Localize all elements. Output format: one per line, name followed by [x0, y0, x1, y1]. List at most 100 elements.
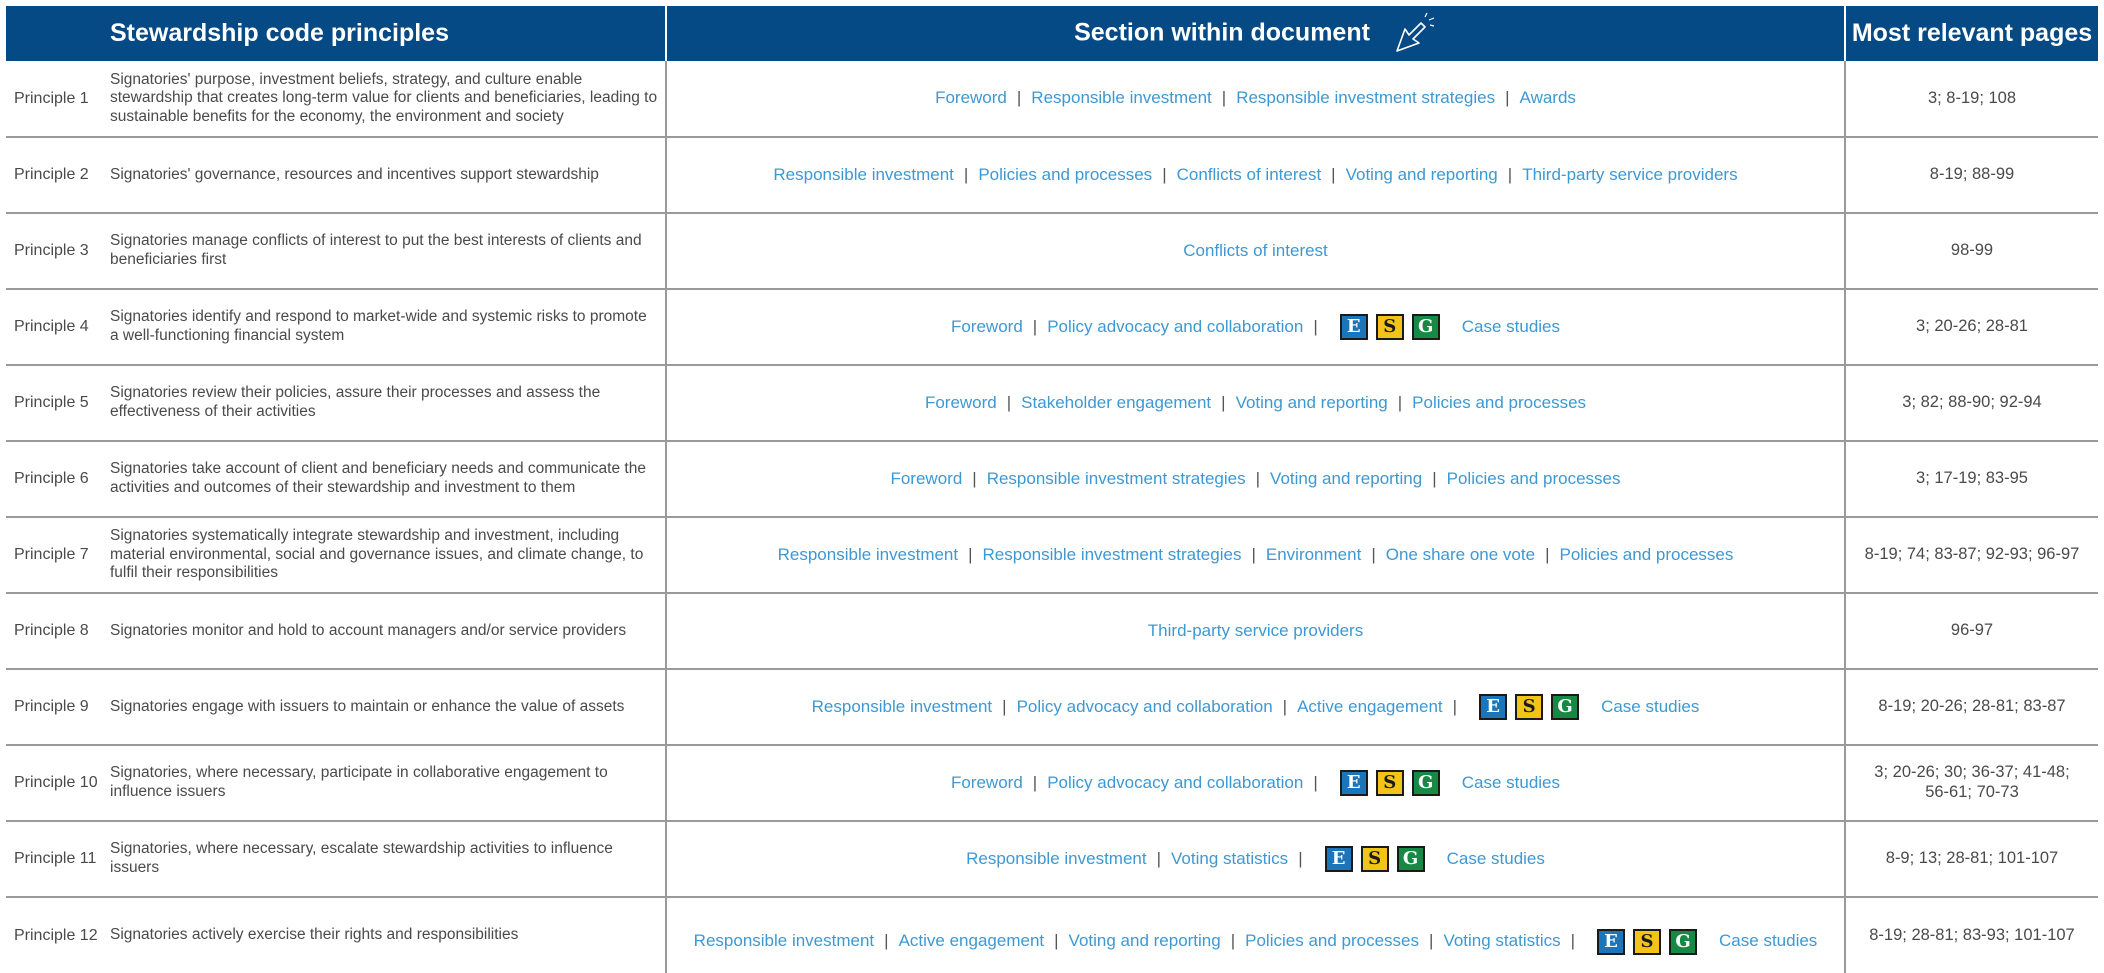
- link-separator: |: [1505, 88, 1510, 108]
- section-link[interactable]: Foreword: [951, 773, 1023, 793]
- case-studies-link[interactable]: Case studies: [1462, 773, 1560, 793]
- table-row: Principle 5 Signatories review their poli…: [6, 365, 2098, 442]
- principle-number: Principle 4: [6, 289, 110, 366]
- principle-number: Principle 2: [6, 137, 110, 214]
- esg-s-badge[interactable]: S: [1375, 770, 1404, 796]
- section-link[interactable]: Responsible investment strategies: [983, 545, 1242, 565]
- section-link[interactable]: Voting and reporting: [1270, 469, 1422, 489]
- section-link[interactable]: Responsible investment: [1031, 88, 1211, 108]
- table-row: Principle 7 Signatories systematically in…: [6, 517, 2098, 594]
- section-link[interactable]: Active engagement: [899, 931, 1045, 951]
- esg-g-badge[interactable]: G: [1411, 770, 1440, 796]
- link-separator: |: [1432, 468, 1437, 488]
- esg-s-badge[interactable]: S: [1375, 314, 1404, 340]
- section-links-cell: Conflicts of interest: [665, 213, 1846, 290]
- section-link[interactable]: Responsible investment: [773, 165, 953, 185]
- esg-badges[interactable]: ESG: [1479, 694, 1587, 720]
- section-link[interactable]: Responsible investment: [966, 849, 1146, 869]
- section-links: Foreword | Policy advocacy and collaborati…: [951, 314, 1560, 340]
- section-link[interactable]: Responsible investment strategies: [1236, 88, 1495, 108]
- section-link[interactable]: Voting and reporting: [1346, 165, 1498, 185]
- section-link[interactable]: Voting statistics: [1443, 931, 1560, 951]
- relevant-pages-text: 8-19; 20-26; 28-81; 83-87: [1878, 697, 2066, 716]
- table-row: Principle 2 Signatories' governance, reso…: [6, 137, 2098, 214]
- stewardship-table-page: Stewardship code principles Section with…: [0, 0, 2104, 973]
- case-studies-link[interactable]: Case studies: [1447, 849, 1545, 869]
- link-separator: |: [1221, 392, 1226, 412]
- esg-s-badge[interactable]: S: [1515, 694, 1544, 720]
- section-link[interactable]: Responsible investment: [778, 545, 958, 565]
- table-row: Principle 12 Signatories actively exercis…: [6, 897, 2098, 973]
- relevant-pages-text: 8-19; 28-81; 83-93; 101-107: [1869, 925, 2075, 944]
- section-link[interactable]: Stakeholder engagement: [1021, 393, 1211, 413]
- section-link[interactable]: Policies and processes: [978, 165, 1152, 185]
- section-link[interactable]: Third-party service providers: [1148, 621, 1363, 641]
- section-links-cell: Responsible investment | Policy advocacy a…: [665, 669, 1846, 746]
- principle-number: Principle 9: [6, 669, 110, 746]
- section-link[interactable]: Policies and processes: [1559, 545, 1733, 565]
- section-link[interactable]: Policies and processes: [1447, 469, 1621, 489]
- principle-number: Principle 8: [6, 593, 110, 670]
- link-separator: |: [1162, 164, 1167, 184]
- section-link[interactable]: Voting and reporting: [1236, 393, 1388, 413]
- esg-badges[interactable]: ESG: [1339, 314, 1448, 340]
- link-separator: |: [972, 468, 977, 488]
- esg-e-badge[interactable]: E: [1339, 314, 1368, 340]
- section-links: Responsible investment | Responsible inves…: [778, 545, 1734, 565]
- relevant-pages: 3; 20-26; 30; 36-37; 41-48; 56-61; 70-73: [1845, 745, 2098, 822]
- esg-s-badge[interactable]: S: [1633, 928, 1662, 955]
- link-separator: |: [1371, 544, 1376, 564]
- section-links-cell: Foreword | Policy advocacy and collaborati…: [665, 745, 1846, 822]
- section-link[interactable]: Conflicts of interest: [1177, 165, 1322, 185]
- esg-g-badge[interactable]: G: [1396, 846, 1425, 872]
- section-link[interactable]: Responsible investment: [812, 697, 992, 717]
- section-link[interactable]: Policy advocacy and collaboration: [1017, 697, 1273, 717]
- link-separator: |: [1429, 931, 1434, 951]
- case-studies-link[interactable]: Case studies: [1601, 697, 1699, 717]
- link-separator: |: [1545, 544, 1550, 564]
- esg-badges[interactable]: ESG: [1597, 928, 1705, 955]
- relevant-pages: 3; 17-19; 83-95: [1845, 441, 2098, 518]
- section-link[interactable]: One share one vote: [1386, 545, 1535, 565]
- section-link[interactable]: Policy advocacy and collaboration: [1047, 317, 1303, 337]
- section-link[interactable]: Foreword: [935, 88, 1007, 108]
- section-link[interactable]: Responsible investment strategies: [987, 469, 1246, 489]
- section-link[interactable]: Environment: [1266, 545, 1361, 565]
- esg-g-badge[interactable]: G: [1411, 314, 1440, 340]
- esg-e-badge[interactable]: E: [1479, 694, 1508, 720]
- section-link[interactable]: Awards: [1520, 88, 1576, 108]
- link-separator: |: [1331, 164, 1336, 184]
- esg-s-badge[interactable]: S: [1360, 846, 1389, 872]
- section-link[interactable]: Policies and processes: [1245, 931, 1419, 951]
- section-link[interactable]: Policy advocacy and collaboration: [1047, 773, 1303, 793]
- section-link[interactable]: Foreword: [890, 469, 962, 489]
- esg-e-badge[interactable]: E: [1597, 928, 1626, 955]
- case-studies-link[interactable]: Case studies: [1719, 931, 1817, 951]
- section-link[interactable]: Active engagement: [1297, 697, 1443, 717]
- section-link[interactable]: Third-party service providers: [1522, 165, 1737, 185]
- section-link[interactable]: Voting and reporting: [1069, 931, 1221, 951]
- section-link[interactable]: Foreword: [951, 317, 1023, 337]
- section-link[interactable]: Voting statistics: [1171, 849, 1288, 869]
- stewardship-code-table: Stewardship code principles Section with…: [6, 6, 2098, 973]
- esg-badges[interactable]: ESG: [1339, 770, 1448, 796]
- section-link[interactable]: Foreword: [925, 393, 997, 413]
- esg-e-badge[interactable]: E: [1324, 846, 1353, 872]
- link-separator: |: [1397, 392, 1403, 412]
- section-links-cell: Responsible investment | Active engagement…: [665, 897, 1846, 973]
- link-separator: |: [1282, 696, 1288, 716]
- section-link[interactable]: Policies and processes: [1412, 393, 1586, 413]
- esg-g-badge[interactable]: G: [1669, 928, 1698, 955]
- case-studies-link[interactable]: Case studies: [1462, 317, 1560, 337]
- link-separator: |: [1313, 772, 1318, 792]
- esg-g-badge[interactable]: G: [1551, 694, 1580, 720]
- section-link[interactable]: Conflicts of interest: [1183, 241, 1328, 261]
- relevant-pages-text: 3; 8-19; 108: [1927, 88, 2017, 107]
- esg-e-badge[interactable]: E: [1339, 770, 1368, 796]
- esg-badges[interactable]: ESG: [1324, 846, 1433, 872]
- principle-number: Principle 10: [6, 745, 110, 822]
- relevant-pages: 3; 8-19; 108: [1845, 61, 2098, 138]
- relevant-pages: 8-19; 74; 83-87; 92-93; 96-97: [1845, 517, 2098, 594]
- section-link[interactable]: Responsible investment: [694, 931, 874, 951]
- principle-description: Signatories take account of client and b…: [110, 441, 666, 518]
